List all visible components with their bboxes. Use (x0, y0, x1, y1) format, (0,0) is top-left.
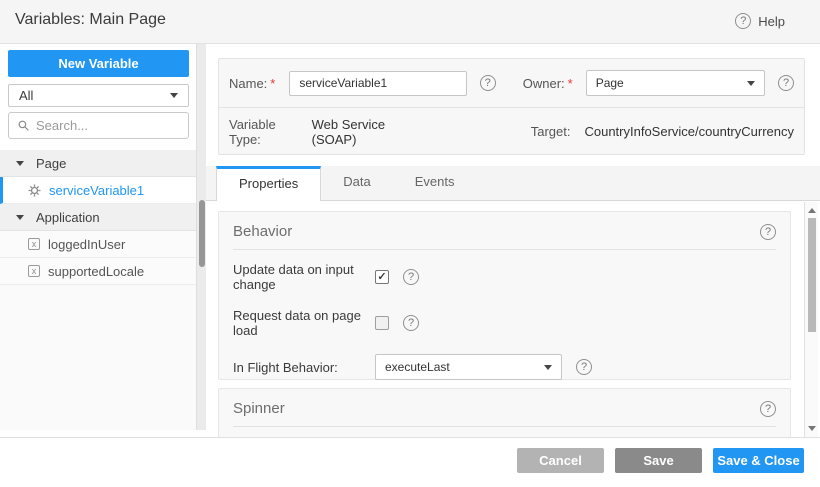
variable-label: serviceVariable1 (49, 183, 144, 198)
scrollbar-thumb[interactable] (199, 200, 205, 267)
sidebar-group-page[interactable]: Page (0, 150, 196, 177)
variable-type-value: Web Service (SOAP) (312, 117, 414, 147)
owner-select[interactable]: Page (586, 70, 765, 96)
properties-tab-content: Behavior ? Update data on input change ?… (206, 201, 804, 437)
help-label: Help (758, 14, 785, 29)
static-variable-icon: x (28, 238, 40, 250)
variable-summary-panel: Name: * ? Owner: * Page ? Variable Type:… (218, 58, 805, 155)
owner-label: Owner: (523, 76, 565, 91)
variables-tree: Page serviceVariable1 Application x logg… (0, 150, 196, 285)
name-input[interactable] (289, 71, 466, 96)
variables-sidebar: New Variable All Page serviceVariable1 (0, 44, 196, 430)
dialog-footer: Cancel Save Save & Close (0, 437, 820, 487)
update-data-row: Update data on input change ? (233, 262, 776, 292)
behavior-section-header: Behavior ? (219, 212, 790, 249)
tab-events[interactable]: Events (393, 166, 477, 200)
required-marker: * (568, 76, 573, 91)
scroll-up-icon[interactable] (808, 208, 816, 213)
search-box[interactable] (8, 112, 189, 139)
update-data-label: Update data on input change (233, 262, 375, 292)
scroll-down-icon[interactable] (808, 426, 816, 431)
variable-filter-select[interactable]: All (8, 84, 189, 107)
sidebar-item-servicevariable1[interactable]: serviceVariable1 (0, 177, 196, 204)
page-title: Variables: Main Page (15, 11, 166, 29)
scrollbar-thumb[interactable] (808, 218, 816, 332)
tab-data[interactable]: Data (321, 166, 392, 200)
behavior-section-body: Update data on input change ? Request da… (219, 250, 790, 392)
chevron-down-icon (16, 161, 24, 166)
section-title: Spinner (233, 400, 285, 417)
spinner-help-icon[interactable]: ? (760, 401, 776, 417)
sidebar-scrollbar[interactable] (196, 44, 206, 430)
in-flight-select[interactable]: executeLast (375, 354, 562, 380)
tab-bar: Properties Data Events (206, 166, 820, 201)
chevron-down-icon (170, 93, 178, 98)
request-data-label: Request data on page load (233, 308, 375, 338)
request-data-row: Request data on page load ? (233, 308, 776, 338)
chevron-down-icon (16, 215, 24, 220)
save-and-close-button[interactable]: Save & Close (713, 448, 804, 473)
help-icon: ? (735, 13, 751, 29)
search-icon (17, 119, 30, 132)
variable-detail-panel: Name: * ? Owner: * Page ? Variable Type:… (206, 44, 820, 437)
new-variable-button[interactable]: New Variable (8, 50, 189, 77)
owner-selected-value: Page (596, 76, 747, 90)
spinner-section: Spinner ? (218, 388, 791, 437)
variable-type-label: Variable Type: (229, 117, 298, 147)
sidebar-item-supportedlocale[interactable]: x supportedLocale (0, 258, 196, 285)
properties-scrollbar[interactable] (804, 202, 818, 437)
cancel-button[interactable]: Cancel (517, 448, 604, 473)
dialog-header: Variables: Main Page ? Help (0, 0, 820, 44)
behavior-help-icon[interactable]: ? (760, 224, 776, 240)
divider (233, 426, 776, 427)
request-data-help-icon[interactable]: ? (403, 315, 419, 331)
in-flight-help-icon[interactable]: ? (576, 359, 592, 375)
static-variable-icon: x (28, 265, 40, 277)
group-label: Application (36, 210, 100, 225)
tab-properties[interactable]: Properties (216, 166, 321, 201)
in-flight-selected-value: executeLast (385, 360, 544, 374)
chevron-down-icon (747, 81, 755, 86)
sidebar-item-loggedinuser[interactable]: x loggedInUser (0, 231, 196, 258)
variable-label: supportedLocale (48, 264, 144, 279)
in-flight-label: In Flight Behavior: (233, 360, 375, 375)
owner-help-icon[interactable]: ? (778, 75, 794, 91)
request-data-checkbox[interactable] (375, 316, 389, 330)
behavior-section: Behavior ? Update data on input change ?… (218, 211, 791, 380)
target-label: Target: (531, 124, 571, 139)
group-label: Page (36, 156, 66, 171)
save-button[interactable]: Save (615, 448, 702, 473)
spinner-section-header: Spinner ? (219, 389, 790, 426)
in-flight-row: In Flight Behavior: executeLast ? (233, 354, 776, 380)
required-marker: * (270, 76, 275, 91)
target-value: CountryInfoService/countryCurrency (584, 124, 794, 139)
type-target-row: Variable Type: Web Service (SOAP) Target… (219, 107, 804, 155)
variable-label: loggedInUser (48, 237, 125, 252)
search-input[interactable] (36, 118, 180, 133)
update-data-checkbox[interactable] (375, 270, 389, 284)
filter-selected-value: All (19, 88, 170, 103)
name-label: Name: (229, 76, 267, 91)
section-title: Behavior (233, 223, 292, 240)
service-variable-gear-icon (28, 184, 41, 197)
help-button[interactable]: ? Help (735, 13, 785, 29)
name-help-icon[interactable]: ? (480, 75, 496, 91)
sidebar-group-application[interactable]: Application (0, 204, 196, 231)
variables-dialog: Variables: Main Page ? Help New Variable… (0, 0, 820, 487)
name-owner-row: Name: * ? Owner: * Page ? (219, 59, 804, 107)
sidebar-empty-area (0, 285, 196, 430)
chevron-down-icon (544, 365, 552, 370)
update-data-help-icon[interactable]: ? (403, 269, 419, 285)
